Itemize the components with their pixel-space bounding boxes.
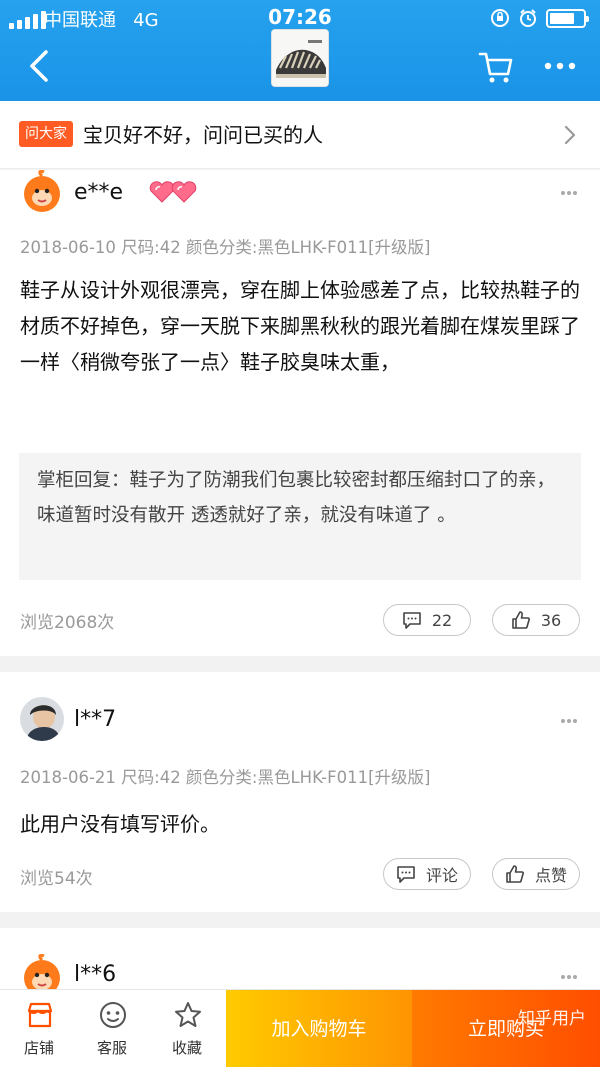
like-button[interactable]: 点赞	[492, 858, 580, 890]
status-icons	[490, 8, 589, 28]
cart-button[interactable]	[476, 46, 516, 86]
shop-tab[interactable]: 店铺	[3, 990, 75, 1067]
review-content: 此用户没有填写评价。	[20, 812, 220, 836]
more-dots-icon[interactable]	[560, 190, 578, 196]
favorite-label: 收藏	[171, 1039, 202, 1057]
chevron-left-icon	[30, 50, 48, 82]
user-avatar[interactable]	[20, 170, 64, 214]
star-icon	[175, 1002, 201, 1027]
review-card: l**7 2018-06-21 尺码:42 颜色分类:黑色LHK-F011[升级…	[0, 672, 600, 912]
customer-service-icon	[100, 1002, 126, 1028]
comment-label: 评论	[425, 866, 458, 885]
comment-count: 22	[431, 610, 453, 630]
more-options-button[interactable]	[538, 52, 582, 80]
alarm-icon	[520, 9, 536, 27]
view-count: 浏览54次	[20, 869, 93, 889]
review-meta: 2018-06-10 尺码:42 颜色分类:黑色LHK-F011[升级版]	[20, 238, 431, 257]
more-dots-icon	[544, 62, 576, 70]
buy-now-label: 立即购买	[467, 1018, 544, 1040]
orientation-lock-icon	[491, 9, 509, 27]
double-heart-icon	[149, 181, 197, 203]
comment-bubble-icon	[403, 612, 421, 629]
comment-button[interactable]: 22	[383, 604, 471, 636]
review-content: 鞋子从设计外观很漂亮，穿在脚上体验感差了点，比较热鞋子的材质不好掉色，穿一天脱下…	[20, 278, 580, 374]
battery-icon	[546, 8, 589, 28]
top-header: 中国联通 4G 07:26	[0, 0, 600, 101]
review-card: l**6	[0, 928, 600, 998]
shop-label: 店铺	[23, 1039, 54, 1057]
back-button[interactable]	[22, 48, 58, 84]
favorite-tab[interactable]: 收藏	[151, 990, 223, 1067]
taobao-mascot-avatar-icon	[20, 170, 64, 214]
ask-everyone-text: 宝贝好不好，问问已买的人	[83, 123, 323, 147]
product-thumbnail[interactable]	[271, 29, 329, 87]
ask-everyone-tag: 问大家	[19, 121, 73, 147]
more-dots-icon[interactable]	[560, 718, 578, 724]
comment-bubble-icon	[397, 866, 415, 883]
user-photo-avatar-icon	[20, 697, 64, 741]
like-button[interactable]: 36	[492, 604, 580, 636]
bottom-action-bar: 店铺 客服 收藏 加入购物车 立即购买 知乎用户	[0, 989, 600, 1067]
seller-reply: 掌柜回复：鞋子为了防潮我们包裹比较密封都压缩封口了的亲，味道暂时没有散开 透透就…	[19, 453, 581, 580]
thumbs-up-icon	[506, 865, 524, 883]
like-label: 点赞	[534, 866, 567, 885]
user-avatar[interactable]	[20, 697, 64, 741]
review-username: l**7	[74, 707, 117, 732]
shop-icon	[27, 1002, 53, 1028]
buy-now-button[interactable]: 立即购买 知乎用户	[412, 990, 600, 1067]
shopping-cart-icon	[478, 52, 513, 83]
review-meta: 2018-06-21 尺码:42 颜色分类:黑色LHK-F011[升级版]	[20, 768, 431, 787]
review-card: e**e 2018-06-10 尺码:42 颜色分类:黑色LHK-F011[升级…	[0, 170, 600, 656]
like-count: 36	[540, 610, 562, 630]
add-to-cart-button[interactable]: 加入购物车	[226, 990, 412, 1067]
customer-service-label: 客服	[96, 1039, 127, 1057]
chevron-right-icon	[564, 125, 576, 145]
ask-everyone-banner[interactable]: 问大家 宝贝好不好，问问已买的人	[0, 101, 600, 169]
customer-service-tab[interactable]: 客服	[76, 990, 148, 1067]
review-username: e**e	[74, 180, 124, 205]
view-count: 浏览2068次	[20, 613, 115, 633]
comment-button[interactable]: 评论	[383, 858, 471, 890]
thumbs-up-icon	[512, 611, 530, 629]
sneaker-product-image	[272, 30, 328, 86]
review-username: l**6	[74, 962, 117, 987]
more-dots-icon[interactable]	[560, 974, 578, 980]
